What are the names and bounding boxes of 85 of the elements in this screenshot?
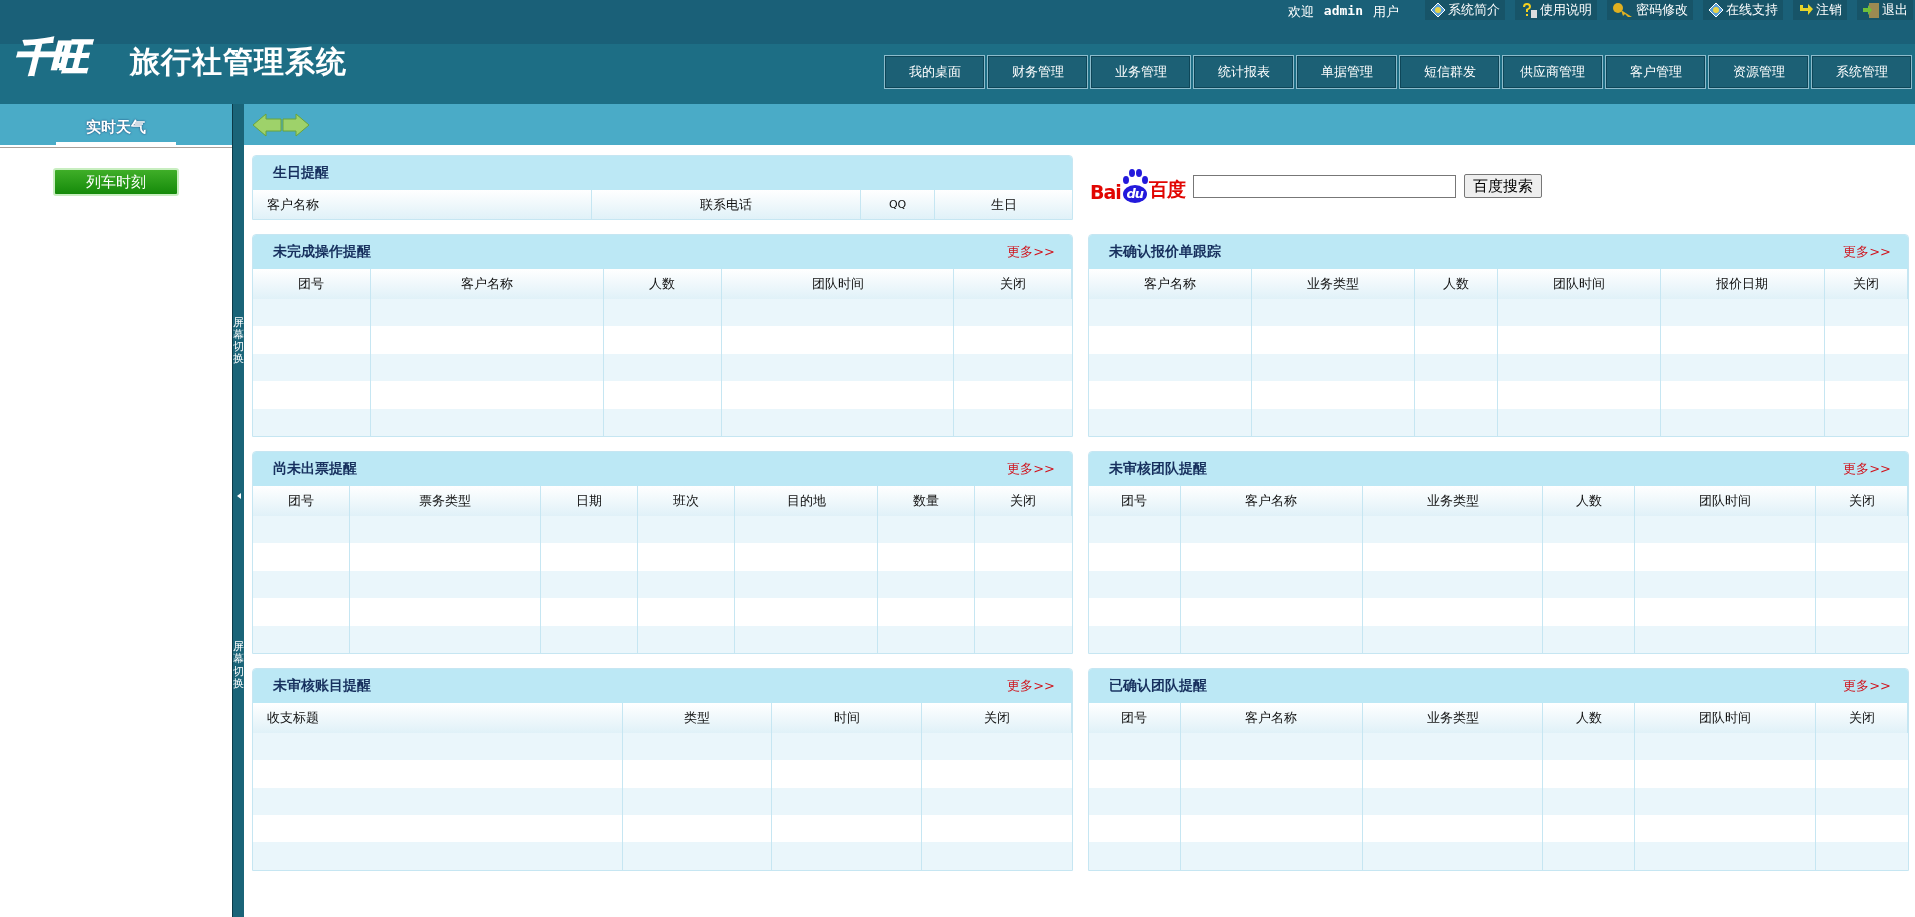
column-header: 团号 bbox=[253, 269, 371, 299]
column-header: 关闭 bbox=[1825, 269, 1908, 299]
panel-title: 未审核账目提醒 bbox=[273, 676, 371, 695]
column-header: 报价日期 bbox=[1660, 269, 1825, 299]
nav-button[interactable]: 财务管理 bbox=[987, 55, 1088, 89]
diamond-icon bbox=[1708, 2, 1724, 18]
nav-button[interactable]: 供应商管理 bbox=[1502, 55, 1603, 89]
panel-title: 未审核团队提醒 bbox=[1109, 459, 1207, 478]
more-link[interactable]: 更多>> bbox=[1843, 459, 1891, 478]
column-header: 人数 bbox=[1543, 485, 1636, 516]
column-header: 联系电话 bbox=[591, 190, 861, 219]
column-header: 客户名称 bbox=[1180, 485, 1363, 516]
door-icon bbox=[1862, 2, 1880, 18]
role-text: 用户 bbox=[1373, 3, 1399, 21]
column-header: 时间 bbox=[772, 702, 923, 733]
panel-title: 未确认报价单跟踪 bbox=[1109, 243, 1221, 261]
key-icon bbox=[1612, 2, 1634, 18]
nav-button[interactable]: 统计报表 bbox=[1193, 55, 1294, 89]
diamond-icon bbox=[1430, 2, 1446, 18]
column-header: 关闭 bbox=[1816, 702, 1908, 733]
nav-button[interactable]: 系统管理 bbox=[1811, 55, 1912, 89]
column-header: 业务类型 bbox=[1252, 269, 1415, 299]
header-link[interactable]: 退出 bbox=[1857, 0, 1913, 20]
column-header: 团队时间 bbox=[1635, 485, 1817, 516]
column-header: 团队时间 bbox=[1635, 702, 1817, 733]
column-header: 团号 bbox=[1089, 702, 1181, 733]
welcome-text: 欢迎 bbox=[1287, 3, 1314, 21]
column-header: 客户名称 bbox=[1089, 269, 1252, 299]
column-header: 业务类型 bbox=[1362, 485, 1544, 516]
column-header: 生日 bbox=[935, 190, 1072, 219]
column-header: 日期 bbox=[541, 485, 638, 516]
app-title: 旅行社管理系统 bbox=[130, 43, 347, 81]
column-header: 团队时间 bbox=[721, 269, 955, 299]
more-link[interactable]: 更多>> bbox=[1007, 243, 1055, 261]
logo-mark: 千旺 bbox=[10, 31, 96, 82]
header-link[interactable]: 使用说明 bbox=[1515, 0, 1597, 20]
column-header: 客户名称 bbox=[370, 269, 605, 299]
more-link[interactable]: 更多>> bbox=[1007, 459, 1055, 478]
panel-title: 未完成操作提醒 bbox=[273, 243, 371, 261]
more-link[interactable]: 更多>> bbox=[1843, 243, 1891, 261]
username: admin bbox=[1323, 2, 1363, 18]
arrow-icon bbox=[1798, 3, 1814, 17]
nav-button[interactable]: 短信群发 bbox=[1399, 55, 1500, 89]
header-link[interactable]: 密码修改 bbox=[1607, 0, 1693, 20]
column-header: 业务类型 bbox=[1362, 702, 1544, 733]
column-header: 关闭 bbox=[922, 702, 1072, 733]
column-header: 数量 bbox=[878, 485, 975, 516]
column-header: 关闭 bbox=[1816, 485, 1908, 516]
search-field[interactable] bbox=[1192, 174, 1456, 198]
column-header: 类型 bbox=[622, 702, 773, 733]
column-header: 人数 bbox=[1414, 269, 1498, 299]
nav-button[interactable]: 资源管理 bbox=[1708, 55, 1809, 89]
column-header: 客户名称 bbox=[1180, 702, 1363, 733]
help-icon bbox=[1520, 2, 1538, 18]
nav-button[interactable]: 单据管理 bbox=[1296, 55, 1397, 89]
panel-title: 生日提醒 bbox=[273, 164, 329, 182]
column-header: 客户名称 bbox=[253, 190, 592, 219]
header-link[interactable]: 在线支持 bbox=[1703, 0, 1783, 20]
header-link[interactable]: 注销 bbox=[1793, 0, 1847, 20]
column-header: QQ bbox=[860, 190, 936, 219]
search-button[interactable]: 百度搜索 bbox=[1463, 174, 1542, 198]
train-schedule-button[interactable]: 列车时刻 bbox=[53, 168, 179, 196]
column-header: 团号 bbox=[1089, 485, 1181, 516]
nav-button[interactable]: 客户管理 bbox=[1605, 55, 1706, 89]
nav-button[interactable]: 业务管理 bbox=[1090, 55, 1191, 89]
column-header: 关闭 bbox=[975, 485, 1072, 516]
nav-button[interactable]: 我的桌面 bbox=[884, 55, 985, 89]
header-link[interactable]: 系统简介 bbox=[1425, 0, 1505, 20]
column-header: 团号 bbox=[253, 485, 350, 516]
more-link[interactable]: 更多>> bbox=[1843, 676, 1891, 695]
screen-switch-label[interactable]: 屏幕切换 bbox=[233, 641, 244, 690]
column-header: 目的地 bbox=[735, 485, 878, 516]
screen-switch-label[interactable]: 屏幕切换 bbox=[233, 317, 244, 366]
more-link[interactable]: 更多>> bbox=[1007, 676, 1055, 695]
column-header: 票务类型 bbox=[350, 485, 541, 516]
panel-title: 尚未出票提醒 bbox=[273, 459, 357, 478]
collapse-icon[interactable] bbox=[236, 493, 241, 500]
column-header: 关闭 bbox=[954, 269, 1072, 299]
column-header: 人数 bbox=[604, 269, 722, 299]
column-header: 收支标题 bbox=[253, 702, 623, 733]
panel-title: 已确认团队提醒 bbox=[1109, 676, 1207, 695]
baidu-logo: Bai du 百度 bbox=[1090, 169, 1185, 203]
column-header: 人数 bbox=[1543, 702, 1636, 733]
column-header: 团队时间 bbox=[1498, 269, 1661, 299]
column-header: 班次 bbox=[638, 485, 735, 516]
